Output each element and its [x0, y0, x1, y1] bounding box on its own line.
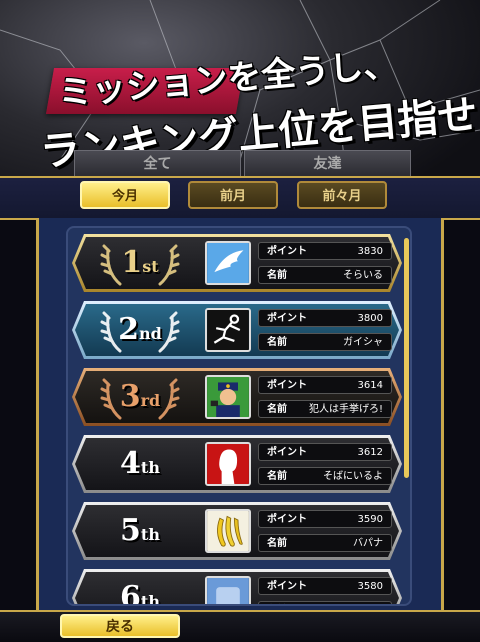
player-name: ガイシャ: [343, 337, 383, 348]
player-name: そばにいるよ: [323, 471, 383, 482]
player-name: 犯人は手挙げろ!: [308, 404, 383, 415]
ranking-row-4[interactable]: 4th ポイント 3612 名前 そばにいるよ: [72, 435, 402, 493]
name-field: 名前 そらいる: [258, 266, 392, 284]
points-field: ポイント 3612: [258, 443, 392, 461]
banana-icon: [205, 509, 251, 553]
tab-this-month[interactable]: 今月: [80, 181, 170, 209]
name-field: 名前 ガイシャ: [258, 333, 392, 351]
rank-number: 2: [118, 312, 140, 347]
points-label: ポイント: [267, 246, 307, 257]
tab-two-months-ago[interactable]: 前々月: [297, 181, 387, 209]
rank-number: 1: [121, 245, 143, 280]
rank-label: 2nd: [90, 309, 190, 351]
ranking-row-6[interactable]: 6th ポイント 3580 名前: [72, 569, 402, 606]
chalk-outline-icon: [205, 308, 251, 352]
rank-suffix: th: [140, 592, 160, 606]
player-name: そらいる: [343, 270, 383, 281]
name-field: 名前 犯人は手挙げろ!: [258, 400, 392, 418]
rank-suffix: rd: [140, 391, 161, 410]
points-value: 3612: [357, 447, 383, 458]
points-value: 3580: [357, 581, 383, 592]
rank-number: 3: [119, 379, 141, 414]
rank-suffix: st: [142, 257, 159, 276]
wing-icon: [205, 241, 251, 285]
points-field: ポイント 3830: [258, 242, 392, 260]
name-label: 名前: [267, 337, 287, 348]
rank-number: 4: [120, 446, 141, 481]
ranking-row-3[interactable]: 3rd ポイント 3614 名前 犯人は手挙げろ!: [72, 368, 402, 426]
ranking-row-2[interactable]: 2nd ポイント 3800 名前 ガイシャ: [72, 301, 402, 359]
tab-friends[interactable]: 友達: [244, 150, 411, 178]
blue-item-icon: [205, 576, 251, 604]
points-label: ポイント: [267, 380, 307, 391]
tab-last-month[interactable]: 前月: [188, 181, 278, 209]
tab-all[interactable]: 全て: [74, 150, 241, 178]
name-label: 名前: [267, 404, 287, 415]
points-label: ポイント: [267, 447, 307, 458]
rank-suffix: th: [140, 458, 160, 477]
rank-label: 3rd: [90, 376, 190, 418]
points-label: ポイント: [267, 581, 307, 592]
points-value: 3614: [357, 380, 383, 391]
back-button[interactable]: 戻る: [60, 614, 180, 638]
rank-label: 4th: [90, 443, 190, 485]
name-label: 名前: [267, 538, 287, 549]
name-label: 名前: [267, 270, 287, 281]
points-label: ポイント: [267, 313, 307, 324]
rank-suffix: th: [140, 525, 160, 544]
rank-number: 6: [120, 580, 141, 606]
police-officer-icon: [205, 375, 251, 419]
points-value: 3590: [357, 514, 383, 525]
points-value: 3800: [357, 313, 383, 324]
name-field: 名前: [258, 601, 392, 604]
points-field: ポイント 3590: [258, 510, 392, 528]
rank-label: 5th: [90, 510, 190, 552]
points-field: ポイント 3580: [258, 577, 392, 595]
scope-tabs: 全て 友達: [74, 150, 411, 178]
ranking-list[interactable]: 1st ポイント 3830 名前 そらいる 2nd ポイント 3800 名前 ガイシャ 3rd ポイン…: [66, 226, 412, 606]
rank-label: 6th: [90, 577, 190, 606]
rank-label: 1st: [90, 242, 190, 284]
scrollbar[interactable]: [404, 238, 409, 478]
name-field: 名前 バパナ: [258, 534, 392, 552]
ranking-row-1[interactable]: 1st ポイント 3830 名前 そらいる: [72, 234, 402, 292]
points-field: ポイント 3800: [258, 309, 392, 327]
name-label: 名前: [267, 602, 287, 604]
rank-number: 5: [120, 513, 141, 548]
name-field: 名前 そばにいるよ: [258, 467, 392, 485]
points-value: 3830: [357, 246, 383, 257]
points-label: ポイント: [267, 514, 307, 525]
rank-suffix: nd: [139, 324, 162, 343]
name-label: 名前: [267, 471, 287, 482]
ranking-row-5[interactable]: 5th ポイント 3590 名前 バパナ: [72, 502, 402, 560]
player-name: バパナ: [353, 538, 383, 549]
points-field: ポイント 3614: [258, 376, 392, 394]
red-silhouette-icon: [205, 442, 251, 486]
